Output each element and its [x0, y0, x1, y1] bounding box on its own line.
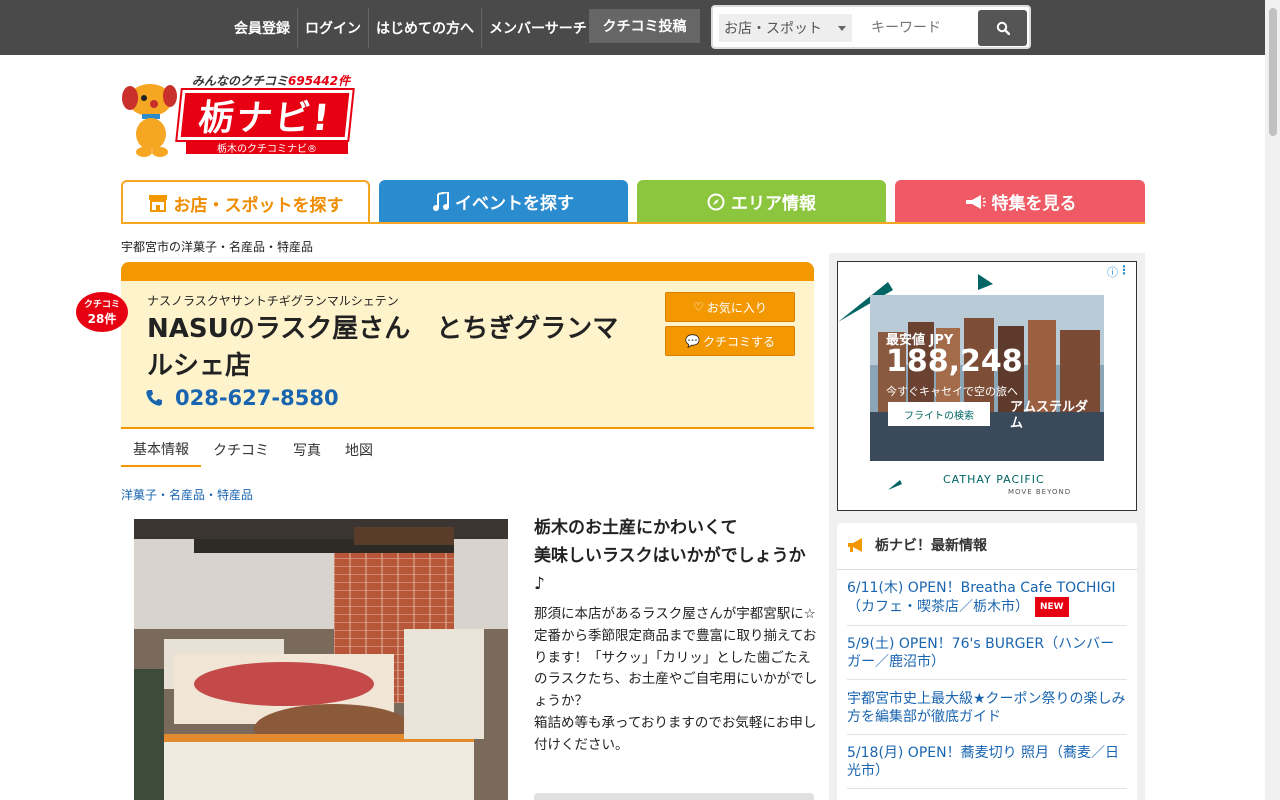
write-review-label: クチコミする	[702, 334, 775, 349]
search-category-value: お店・スポット	[724, 21, 822, 37]
description-body-line2: 定番から季節限定商品まで豊富に取り揃えております！「サクッ」「カリッ」とした歯ご…	[534, 627, 818, 710]
page-scrollbar[interactable]	[1265, 0, 1280, 800]
shop-name-kana: ナスノラスクヤサントチギグランマルシェテン	[147, 294, 399, 308]
ad-tagline: 今すぐキャセイで空の旅へ	[886, 385, 1018, 398]
ad-search-flights-button[interactable]: フライトの検索	[888, 402, 990, 426]
description-body-line1: 那須に本店があるラスク屋さんが宇都宮駅に☆	[534, 606, 816, 622]
tab-event-label: イベントを探す	[455, 194, 574, 214]
tab-shop-label: お店・スポットを探す	[173, 195, 344, 216]
news-item[interactable]: 5/9(土) OPEN！76's BURGER（ハンバーガー／鹿沼市）	[847, 635, 1127, 680]
shop-icon	[148, 195, 167, 212]
music-note-icon	[433, 191, 449, 211]
write-review-button[interactable]: 💬 クチコミする	[665, 326, 795, 356]
chevron-down-icon	[838, 26, 846, 31]
news-item-text: 宇都宮市史上最大級★クーポン祭りの楽しみ方を編集部が徹底ガイド	[847, 691, 1126, 725]
main-tabs: お店・スポットを探す イベントを探す エリア情報 特集を見る	[121, 180, 1145, 224]
latest-news-panel: 栃ナビ！最新情報 6/11(木) OPEN！Breatha Cafe TOCHI…	[837, 523, 1137, 800]
description-title-line2: 美味しいラスクはいかがでしょうか♪	[534, 546, 806, 594]
news-item-text: 5/18(月) OPEN！蕎麦切り 照月（蕎麦／日光市）	[847, 745, 1120, 779]
speech-bubble-icon: 💬	[685, 334, 700, 348]
tab-underline	[121, 222, 1145, 224]
review-post-button[interactable]: クチコミ投稿	[589, 9, 700, 43]
description-next-section	[534, 793, 814, 800]
shop-photo[interactable]	[134, 519, 508, 800]
advertisement-banner[interactable]: 最安値 JPY 188,248 今すぐキャセイで空の旅へ フライトの検索 アムス…	[837, 261, 1137, 511]
favorite-button[interactable]: ♡ お気に入り	[665, 292, 795, 322]
news-item[interactable]: 5/18(月) OPEN！蕎麦切り 照月（蕎麦／日光市）	[847, 744, 1127, 789]
shop-phone-number: 028-627-8580	[175, 386, 339, 410]
search-input[interactable]	[859, 14, 969, 42]
site-logo[interactable]: みんなのクチコミ695442件 栃ナビ! 栃木のクチコミナビ®	[120, 72, 360, 162]
tab-shop-search[interactable]: お店・スポットを探す	[121, 180, 370, 224]
news-item-text: 5/9(土) OPEN！76's BURGER（ハンバーガー／鹿沼市）	[847, 636, 1115, 670]
shop-phone[interactable]: 028-627-8580	[145, 386, 339, 410]
search-button[interactable]	[978, 10, 1027, 46]
description-title: 栃木のお土産にかわいくて 美味しいラスクはいかがでしょうか♪	[534, 514, 814, 598]
category-link[interactable]: 洋菓子・名産品・特産品	[121, 486, 253, 503]
news-item[interactable]: 6/11(木) OPEN！Breatha Cafe TOCHIGI（カフェ・喫茶…	[847, 579, 1127, 626]
tab-photos[interactable]: 写真	[281, 432, 333, 467]
tab-reviews[interactable]: クチコミ	[201, 432, 281, 467]
top-bar: 会員登録 ログイン はじめての方へ メンバーサーチ クチコミ投稿 お店・スポット	[0, 0, 1265, 55]
badge-count: 28件	[87, 312, 117, 326]
phone-icon	[146, 390, 162, 406]
description-body: 那須に本店があるラスク屋さんが宇都宮駅に☆ 定番から季節限定商品まで豊富に取り揃…	[534, 604, 818, 757]
scrollbar-thumb[interactable]	[1269, 8, 1277, 136]
new-badge: NEW	[1035, 597, 1069, 617]
badge-label: クチコミ	[83, 300, 120, 310]
ad-destination: アムステルダム	[1010, 400, 1089, 431]
ad-price: 188,248	[886, 344, 1023, 379]
tab-basic-info[interactable]: 基本情報	[121, 432, 201, 467]
description-title-line1: 栃木のお土産にかわいくて	[534, 518, 738, 538]
news-item-text: 6/11(木) OPEN！Breatha Cafe TOCHIGI（カフェ・喫茶…	[847, 580, 1116, 615]
tab-feature[interactable]: 特集を見る	[895, 180, 1145, 223]
ad-info-icon[interactable]: ⓘ	[1107, 264, 1118, 280]
news-heading-label: 栃ナビ！最新情報	[875, 538, 987, 554]
tab-map[interactable]: 地図	[333, 432, 385, 467]
news-heading: 栃ナビ！最新情報	[847, 535, 987, 555]
description-body-line3: 箱詰め等も承っておりますのでお気軽にお申し付けください。	[534, 714, 817, 753]
member-search-link[interactable]: メンバーサーチ	[482, 8, 594, 48]
ad-brand: CATHAY PACIFIC	[943, 473, 1045, 486]
search-icon	[996, 21, 1010, 35]
shop-header-bar	[121, 262, 814, 282]
compass-icon	[707, 193, 725, 210]
news-item[interactable]: 宇都宮市史上最大級★クーポン祭りの楽しみ方を編集部が徹底ガイド	[847, 690, 1127, 735]
top-nav: 会員登録 ログイン はじめての方へ メンバーサーチ	[227, 0, 594, 55]
favorite-label: お気に入り	[706, 300, 767, 315]
dog-mascot-icon	[122, 84, 177, 157]
shop-header: ナスノラスクヤサントチギグランマルシェテン NASUのラスク屋さん とちぎグラン…	[121, 281, 814, 429]
logo-subtitle: 栃木のクチコミナビ®	[186, 140, 348, 155]
review-count-badge[interactable]: クチコミ 28件	[76, 292, 128, 332]
register-link[interactable]: 会員登録	[227, 7, 298, 48]
tab-feature-label: 特集を見る	[991, 194, 1077, 214]
search-category-select[interactable]: お店・スポット	[719, 14, 852, 42]
shop-subtabs: 基本情報 クチコミ 写真 地図	[121, 432, 385, 468]
review-count: みんなのクチコミ695442件	[192, 74, 351, 88]
tab-area-label: エリア情報	[731, 194, 816, 214]
megaphone-icon	[965, 194, 986, 209]
beginners-link[interactable]: はじめての方へ	[369, 7, 482, 48]
ad-menu-icon[interactable]: ⋮	[1118, 263, 1130, 277]
heart-icon: ♡	[693, 300, 704, 314]
search-box: お店・スポット	[711, 5, 1031, 49]
logo-title: 栃ナビ!	[177, 90, 353, 140]
shop-name: NASUのラスク屋さん とちぎグランマルシェ店	[147, 314, 619, 381]
tab-area-info[interactable]: エリア情報	[637, 180, 886, 223]
login-link[interactable]: ログイン	[298, 7, 369, 48]
breadcrumb[interactable]: 宇都宮市の洋菓子・名産品・特産品	[121, 238, 313, 255]
news-divider	[837, 569, 1137, 570]
tab-event-search[interactable]: イベントを探す	[379, 180, 628, 223]
shop-photo-image	[134, 519, 508, 800]
ad-brand-sub: MOVE BEYOND	[1008, 488, 1072, 496]
megaphone-icon	[848, 538, 862, 552]
